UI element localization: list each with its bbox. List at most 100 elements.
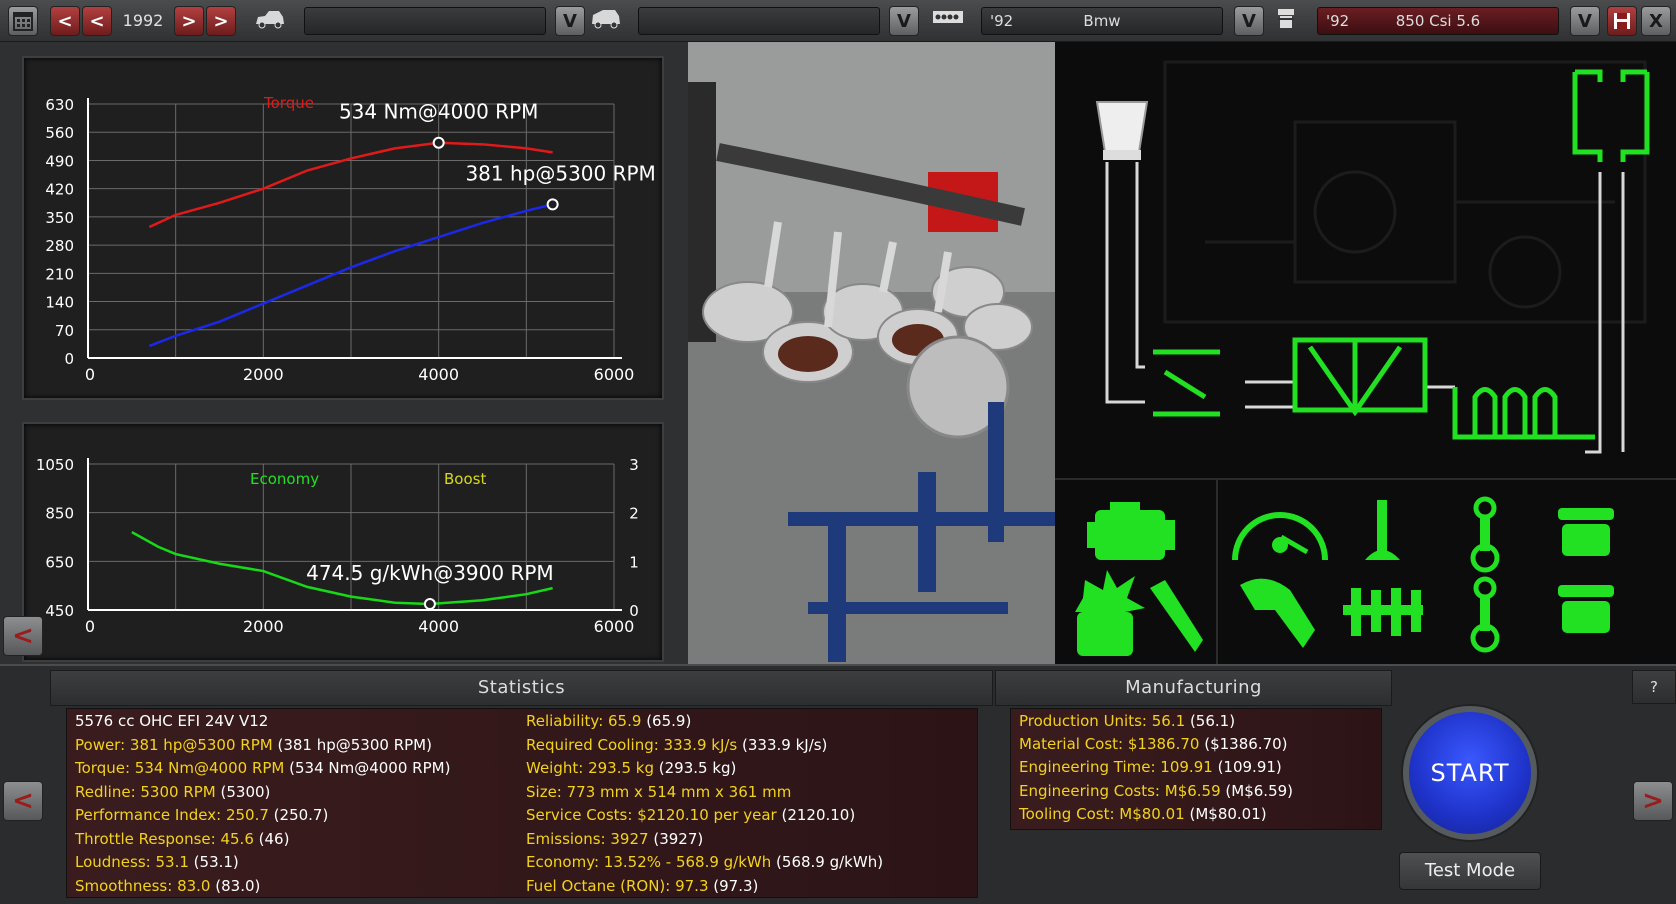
gauge-icon[interactable] [1232,512,1328,561]
power-torque-chart: 0 70 140 210 280 350 420 490 560 630 0 2000 4000 6000… [22,56,664,400]
engine-family-name: Bmw [1083,12,1121,30]
stat-value: (83.0) [215,876,261,895]
year-back-fast-button[interactable]: < [50,6,80,36]
x-tick-label: 2000 [243,365,284,384]
stat-line: Performance Index: 250.7 (250.7) [75,805,328,825]
help-button[interactable]: ? [1632,670,1676,704]
stat-label: Redline: 5300 RPM [75,782,216,801]
stat-label: Reliability: 65.9 [526,712,642,730]
car-trim-field[interactable] [638,7,880,35]
stat-label: Fuel Octane (RON): 97.3 [526,876,709,895]
y-tick-label: 490 [45,152,74,170]
stat-line: Production Units: 56.1 (56.1) [1019,711,1235,731]
stat-line: Throttle Response: 45.6 (46) [75,829,289,849]
conrod-top-icon[interactable] [1470,496,1500,573]
top-toolbar: < < 1992 > > V V Bmw '92 V 850 Csi 5.6 '… [0,0,1676,42]
car-trim-dropdown-button[interactable]: V [889,6,919,36]
stat-value: (3927) [653,829,704,848]
piston-bottom-icon[interactable] [1558,585,1614,633]
stat-value: (568.9 g/kWh) [776,853,884,871]
engine-variant-field[interactable]: 850 Csi 5.6 '92 [1317,7,1559,35]
stat-label: Engineering Costs: M$6.59 [1019,781,1221,800]
throttle-icon [1153,349,1220,417]
y-tick-label: 0 [64,350,74,368]
stat-value: (293.5 kg) [658,759,737,777]
engine-variant-dropdown-button[interactable]: V [1570,6,1600,36]
engine-family-field[interactable]: Bmw '92 [981,7,1223,35]
stat-line: Reliability: 65.9 (65.9) [526,711,691,731]
next-page-button[interactable]: > [1633,781,1673,821]
stat-value: (56.1) [1189,712,1236,730]
y-tick-label: 70 [55,322,74,340]
stat-line: Required Cooling: 333.9 kJ/s (333.9 kJ/s… [526,735,827,755]
manufacturing-header: Manufacturing [995,670,1392,706]
engine-family-dropdown-button[interactable]: V [1234,6,1264,36]
stat-line: Material Cost: $1386.70 ($1386.70) [1019,734,1288,754]
y2-tick-label: 2 [629,505,639,523]
conrod-bottom-icon[interactable] [1470,576,1500,653]
stat-value: (5300) [220,782,271,801]
car-model-field[interactable] [304,7,546,35]
stat-line: Smoothness: 83.0 (83.0) [75,876,260,896]
annotation-marker [432,136,445,149]
annotation-label: 381 hp@5300 RPM [465,161,655,185]
annotation-label: 534 Nm@4000 RPM [339,100,538,124]
fuel-system-icon[interactable] [1075,570,1145,656]
test-mode-button[interactable]: Test Mode [1399,852,1541,890]
tuning-icon[interactable] [1240,578,1315,648]
stat-value: (M$80.01) [1189,804,1267,823]
engine-variant-icon [1268,6,1304,36]
y-tick-label: 420 [45,181,74,199]
stat-line: Service Costs: $2120.10 per year (2120.1… [526,805,855,825]
stat-label: Emissions: 3927 [526,829,649,848]
engine-designer-screen: < < 1992 > > V V Bmw '92 V 850 Csi 5.6 '… [0,0,1676,904]
stat-line: 5576 cc OHC EFI 24V V12 [75,711,268,731]
y-tick-label: 560 [45,124,74,142]
chart-collapse-button[interactable]: < [3,616,43,656]
save-button[interactable] [1607,6,1637,36]
car-model-dropdown-button[interactable]: V [555,6,585,36]
exhaust-right-icon [1620,69,1650,162]
legend-label: Boost [444,470,486,488]
stat-value: (65.9) [646,712,692,730]
stat-value: (2120.10) [781,806,856,824]
engine-3d-view[interactable] [688,42,1055,664]
stat-line: Fuel Octane (RON): 97.3 (97.3) [526,876,758,896]
start-button[interactable]: START [1403,706,1537,840]
schematic-svg [1095,60,1650,454]
parts-svg [1075,496,1614,656]
power-torque-svg: 0 70 140 210 280 350 420 490 560 630 0 2000 4000 6000… [45,94,655,384]
spark-plug-icon[interactable] [1150,580,1203,652]
year-forward-button[interactable]: > [174,6,204,36]
year-back-button[interactable]: < [82,6,112,36]
close-button[interactable]: X [1641,6,1671,36]
charts-area: 0 70 140 210 280 350 420 490 560 630 0 2000 4000 6000… [0,42,688,664]
stat-label: Tooling Cost: M$80.01 [1019,804,1185,823]
engine-family-icon [930,6,966,36]
stat-label: Material Cost: $1386.70 [1019,735,1200,754]
year-label: 1992 [122,11,164,30]
stat-value: (97.3) [713,876,759,895]
engine-block-icon[interactable] [1087,502,1175,560]
exhaust-manifold-icon [1452,387,1595,440]
calendar-button[interactable] [8,6,38,36]
camshaft-icon[interactable] [1343,588,1423,636]
stat-value: (46) [258,829,290,848]
valve-icon[interactable] [1365,500,1400,560]
torque-legend-label: Torque [263,94,314,112]
stat-value: (333.9 kJ/s) [742,735,828,754]
statistics-header: Statistics [50,670,993,706]
stat-label: Engineering Time: 109.91 [1019,758,1213,777]
piston-top-icon[interactable] [1558,508,1614,556]
air-filter-icon[interactable] [1095,101,1149,160]
x-tick-label: 4000 [418,617,459,636]
statistics-box: 5576 cc OHC EFI 24V V12 Power: 381 hp@53… [66,708,978,898]
previous-page-button[interactable]: < [3,781,43,821]
y-tick-label: 630 [45,96,74,114]
annotation-marker [423,598,436,611]
annotation-marker [546,198,559,211]
stat-line: Weight: 293.5 kg (293.5 kg) [526,758,736,778]
year-forward-fast-button[interactable]: > [206,6,236,36]
legend-label: Economy [250,470,319,488]
stat-label: Required Cooling: 333.9 kJ/s [526,735,738,754]
